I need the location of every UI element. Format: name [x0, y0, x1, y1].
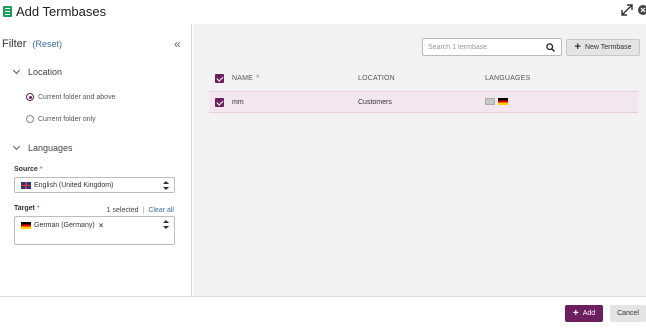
radio-current-folder-and-above[interactable]: Current folder and above — [26, 93, 115, 101]
german-flag-icon — [498, 98, 508, 105]
table-header: NAME ^ LOCATION LANGUAGES — [209, 70, 638, 88]
chevron-down-icon — [12, 66, 21, 75]
search-icon[interactable] — [546, 43, 555, 52]
radio-button[interactable] — [26, 115, 34, 123]
filter-title: Filter — [2, 38, 27, 50]
source-label-text: Source — [14, 166, 38, 173]
termbase-list-panel: + New Termbase NAME^ LOCATION LANGUAGES … — [193, 24, 646, 296]
row-languages — [485, 98, 511, 105]
row-name: mm — [232, 99, 244, 106]
separator: | — [142, 207, 145, 214]
source-label: Source * — [14, 166, 42, 173]
source-language-value: English (United Kingdom) — [21, 182, 113, 189]
target-language-tag: German (Germany) × — [21, 221, 103, 230]
location-section-toggle[interactable]: Location — [12, 66, 63, 77]
target-label-text: Target — [14, 205, 35, 212]
double-chevron-left-icon[interactable]: « — [174, 37, 181, 51]
radio-label: Current folder and above — [38, 93, 116, 101]
search-input[interactable] — [428, 42, 540, 53]
expand-icon[interactable] — [621, 4, 633, 16]
languages-section-toggle[interactable]: Languages — [12, 142, 73, 153]
selected-count: 1 selected — [106, 207, 139, 214]
column-header-name[interactable]: NAME ^ — [232, 75, 260, 82]
select-all-checkbox[interactable] — [215, 74, 224, 83]
source-language-select[interactable]: English (United Kingdom) — [14, 177, 175, 193]
reset-link[interactable]: Reset — [36, 39, 60, 49]
add-label: Add — [582, 310, 596, 317]
location-heading: Location — [28, 67, 63, 77]
dialog-titlebar: Add Termbases — [0, 0, 646, 24]
row-location: Customers — [358, 99, 392, 106]
filter-sidebar: Filter (Reset) « Location Current folder… — [0, 24, 192, 296]
search-box[interactable] — [422, 38, 562, 56]
radio-label: Current folder only — [38, 115, 96, 123]
target-label: Target * — [14, 205, 40, 212]
dialog-title: Add Termbases — [16, 4, 107, 19]
row-checkbox[interactable] — [215, 98, 224, 107]
select-updown-icon — [163, 181, 169, 190]
german-flag-icon — [21, 222, 31, 229]
new-termbase-label: New Termbase — [584, 44, 632, 51]
required-marker: * — [39, 166, 43, 173]
column-header-languages[interactable]: LANGUAGES — [485, 75, 530, 82]
plus-icon: + — [572, 307, 579, 319]
termbase-app-icon — [3, 6, 12, 17]
close-icon[interactable] — [636, 4, 646, 16]
required-marker: * — [36, 205, 40, 212]
source-language-text: English (United Kingdom) — [34, 182, 114, 189]
plus-icon: + — [574, 41, 581, 53]
target-selection-meta: 1 selected | Clear all — [107, 207, 174, 214]
dialog-footer: + Add Cancel — [0, 296, 646, 330]
name-header-text: NAME — [232, 75, 254, 82]
radio-button-checked[interactable] — [26, 93, 34, 101]
reset-paren-close: ) — [59, 39, 63, 49]
column-header-location[interactable]: LOCATION — [358, 75, 395, 82]
chevron-down-icon — [12, 142, 21, 151]
target-tag-label: German (Germany) — [34, 222, 95, 229]
sort-ascending-icon: ^ — [256, 75, 260, 82]
target-language-select[interactable]: German (Germany) × — [14, 216, 175, 245]
generic-flag-icon — [485, 98, 495, 105]
add-button[interactable]: + Add — [565, 305, 603, 322]
new-termbase-button[interactable]: + New Termbase — [566, 39, 640, 56]
table-row[interactable]: mm Customers — [209, 91, 638, 113]
cancel-button[interactable]: Cancel — [610, 305, 646, 322]
remove-tag-icon[interactable]: × — [99, 221, 104, 230]
filter-heading: Filter (Reset) — [2, 38, 62, 50]
select-updown-icon — [163, 220, 169, 229]
languages-heading: Languages — [28, 143, 73, 153]
clear-all-link[interactable]: Clear all — [148, 207, 174, 214]
uk-flag-icon — [21, 182, 31, 189]
radio-current-folder-only[interactable]: Current folder only — [26, 115, 96, 123]
